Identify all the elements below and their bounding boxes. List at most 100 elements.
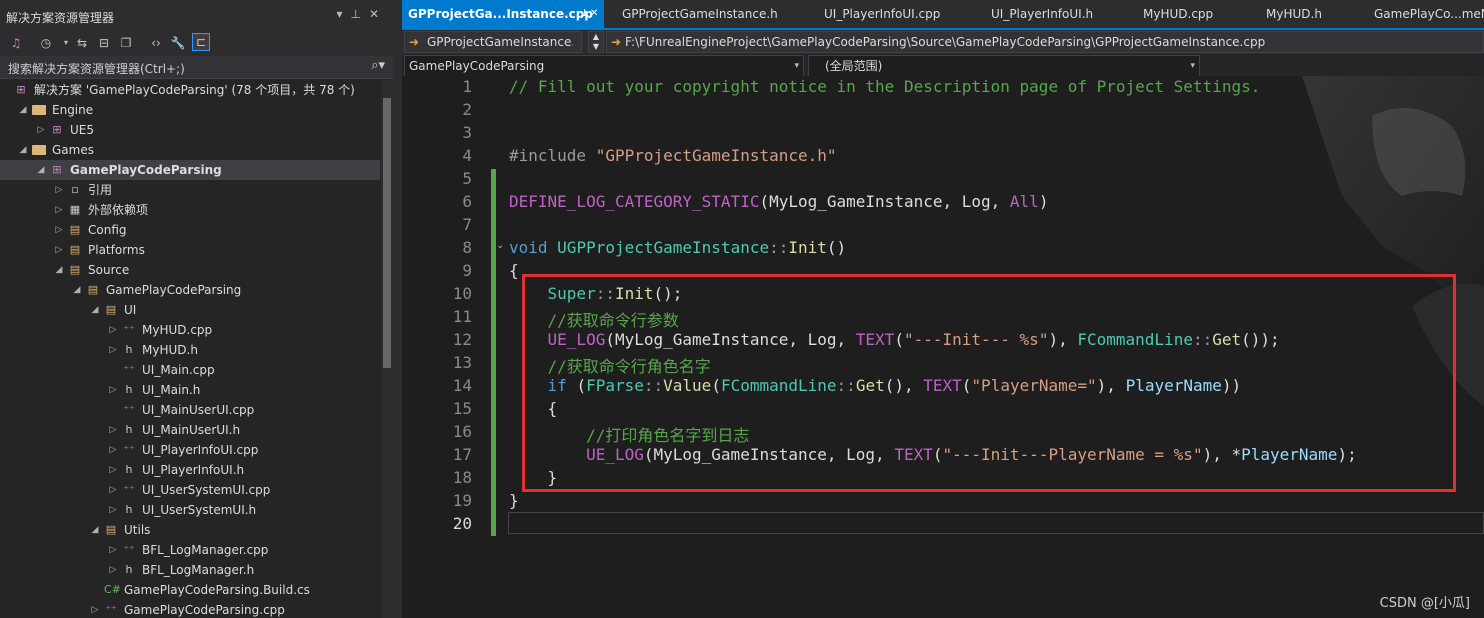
tab-ui-playerinfoui-cpp[interactable]: UI_PlayerInfoUI.cpp: [818, 0, 984, 28]
expanded-arrow-icon[interactable]: ◢: [18, 140, 28, 160]
code-line[interactable]: }: [509, 491, 519, 510]
expanded-arrow-icon[interactable]: ◢: [54, 260, 64, 280]
preview-selected-icon[interactable]: ⊏: [192, 33, 210, 51]
tree-item[interactable]: ◢ Games: [0, 140, 380, 160]
history-icon[interactable]: ◷: [38, 35, 54, 51]
show-all-files-icon[interactable]: ❐: [118, 35, 134, 51]
code-token: All: [1009, 192, 1039, 211]
tree-scrollbar-thumb[interactable]: [383, 98, 391, 368]
tree-item[interactable]: ▷ ⁺⁺ UI_PlayerInfoUI.cpp: [0, 440, 380, 460]
combo-spinner[interactable]: ▲ ▼: [588, 31, 604, 53]
tab-gpprojectgameinstance-h[interactable]: GPProjectGameInstance.h: [616, 0, 812, 28]
tree-item-label: Platforms: [88, 243, 145, 257]
search-input[interactable]: 搜索解决方案资源管理器(Ctrl+;): [8, 60, 185, 77]
cpp-file-icon: ⁺⁺: [123, 363, 135, 376]
code-line[interactable]: DEFINE_LOG_CATEGORY_STATIC(MyLog_GameIns…: [509, 192, 1048, 211]
properties-wrench-icon[interactable]: 🔧: [170, 35, 186, 51]
code-view-icon[interactable]: ‹›: [148, 35, 164, 51]
tree-item[interactable]: ▷ h UI_UserSystemUI.h: [0, 500, 380, 520]
collapse-all-icon[interactable]: ⊟: [96, 35, 112, 51]
tab-myhud-h[interactable]: MyHUD.h: [1260, 0, 1366, 28]
expanded-arrow-icon[interactable]: ◢: [90, 520, 100, 540]
collapsed-arrow-icon[interactable]: ▷: [90, 600, 100, 618]
tree-item[interactable]: ⁺⁺ UI_MainUserUI.cpp: [0, 400, 380, 420]
scope-global-combo[interactable]: (全局范围) ▾: [808, 55, 1200, 77]
code-line[interactable]: #include "GPProjectGameInstance.h": [509, 146, 837, 165]
scope-project-combo[interactable]: GamePlayCodeParsing ▾: [404, 55, 804, 77]
collapsed-arrow-icon[interactable]: ▷: [108, 420, 118, 440]
project-combo[interactable]: ➜ GPProjectGameInstance.: [404, 31, 582, 53]
tree-item[interactable]: ▷ h UI_PlayerInfoUI.h: [0, 460, 380, 480]
tree-item[interactable]: ▷ ▤ Platforms: [0, 240, 380, 260]
code-line[interactable]: // Fill out your copyright notice in the…: [509, 77, 1260, 96]
expanded-arrow-icon[interactable]: ◢: [36, 160, 46, 180]
line-number: 15: [452, 399, 472, 418]
collapsed-arrow-icon[interactable]: ▷: [54, 180, 64, 200]
pin-icon[interactable]: ⊥: [580, 0, 589, 28]
tab-gameplaycodeparsing-gamemode-h[interactable]: GamePlayCo...meMode.h: [1368, 0, 1484, 28]
collapsed-arrow-icon[interactable]: ▷: [108, 480, 118, 500]
close-icon[interactable]: ✕: [369, 7, 387, 21]
solution-explorer-search[interactable]: 搜索解决方案资源管理器(Ctrl+;) ⌕▾: [0, 56, 393, 79]
tree-item[interactable]: ▷ h UI_MainUserUI.h: [0, 420, 380, 440]
collapsed-arrow-icon[interactable]: ▷: [54, 240, 64, 260]
tree-item[interactable]: ▷ h UI_Main.h: [0, 380, 380, 400]
code-line[interactable]: void UGPProjectGameInstance::Init(): [509, 238, 846, 257]
tree-item[interactable]: ▷ ⊞ UE5: [0, 120, 380, 140]
collapsed-arrow-icon[interactable]: ▷: [108, 440, 118, 460]
tree-item[interactable]: ▷ ⁺⁺ BFL_LogManager.cpp: [0, 540, 380, 560]
line-number: 12: [452, 330, 472, 349]
tree-item[interactable]: ▷ ⁺⁺ UI_UserSystemUI.cpp: [0, 480, 380, 500]
tree-item[interactable]: ▷ ▤ Config: [0, 220, 380, 240]
switch-views-icon[interactable]: ♫: [8, 35, 24, 51]
dropdown-icon[interactable]: ▾: [336, 7, 350, 21]
collapsed-arrow-icon[interactable]: ▷: [108, 340, 118, 360]
code-token: UGPProjectGameInstance: [557, 238, 770, 257]
solution-tree: ⊞ 解决方案 'GamePlayCodeParsing' (78 个项目，共 78…: [0, 80, 380, 618]
collapsed-arrow-icon[interactable]: ▷: [108, 500, 118, 520]
tree-item[interactable]: ▷ ⁺⁺ MyHUD.cpp: [0, 320, 380, 340]
tree-item[interactable]: ▷ h MyHUD.h: [0, 340, 380, 360]
search-icon[interactable]: ⌕▾: [371, 58, 385, 73]
tab-myhud-cpp[interactable]: MyHUD.cpp: [1137, 0, 1253, 28]
close-icon[interactable]: ✕: [590, 0, 598, 28]
tree-item-label: Utils: [124, 523, 151, 537]
tab-gpprojectgameinstance-cpp[interactable]: GPProjectGa...Instance.cpp ⊥ ✕: [402, 0, 604, 28]
tab-ui-playerinfoui-h[interactable]: UI_PlayerInfoUI.h: [985, 0, 1141, 28]
chevron-down-icon[interactable]: ▾: [58, 35, 74, 51]
tree-item[interactable]: ◢ ▤ GamePlayCodeParsing: [0, 280, 380, 300]
tree-item[interactable]: ◢ ▤ Utils: [0, 520, 380, 540]
tree-item[interactable]: ▷ ⁺⁺ GamePlayCodeParsing.cpp: [0, 600, 380, 618]
pin-icon[interactable]: ⊥: [350, 7, 368, 21]
header-file-icon: h: [125, 383, 133, 396]
fold-toggle-icon[interactable]: ⌄: [496, 240, 504, 251]
tree-item[interactable]: ◢ Engine: [0, 100, 380, 120]
tree-item[interactable]: ⁺⁺ UI_Main.cpp: [0, 360, 380, 380]
tree-item[interactable]: ⊞ 解决方案 'GamePlayCodeParsing' (78 个项目，共 78…: [0, 80, 380, 100]
collapsed-arrow-icon[interactable]: ▷: [36, 120, 46, 140]
tree-item[interactable]: ▷ ▫ 引用: [0, 180, 380, 200]
tree-item[interactable]: ◢ ▤ Source: [0, 260, 380, 280]
tree-item[interactable]: ◢ ⊞ GamePlayCodeParsing: [0, 160, 380, 180]
tree-item[interactable]: ▷ ▦ 外部依赖项: [0, 200, 380, 220]
collapsed-arrow-icon[interactable]: ▷: [108, 320, 118, 340]
code-editor[interactable]: 1 // Fill out your copyright notice in th…: [402, 76, 1484, 618]
tree-item[interactable]: ◢ ▤ UI: [0, 300, 380, 320]
collapsed-arrow-icon[interactable]: ▷: [54, 200, 64, 220]
code-line[interactable]: {: [509, 261, 519, 280]
collapsed-arrow-icon[interactable]: ▷: [108, 380, 118, 400]
expanded-arrow-icon[interactable]: ◢: [90, 300, 100, 320]
collapsed-arrow-icon[interactable]: ▷: [54, 220, 64, 240]
collapsed-arrow-icon[interactable]: ▷: [108, 540, 118, 560]
panel-splitter[interactable]: [393, 0, 402, 618]
chevron-down-icon: ▾: [1190, 61, 1195, 71]
tree-item[interactable]: ▷ h BFL_LogManager.h: [0, 560, 380, 580]
expanded-arrow-icon[interactable]: ◢: [72, 280, 82, 300]
tree-item[interactable]: C# GamePlayCodeParsing.Build.cs: [0, 580, 380, 600]
line-number: 14: [452, 376, 472, 395]
collapsed-arrow-icon[interactable]: ▷: [108, 560, 118, 580]
expanded-arrow-icon[interactable]: ◢: [18, 100, 28, 120]
file-path-combo[interactable]: ➜ F:\FUnrealEngineProject\GamePlayCodePa…: [606, 31, 1484, 53]
sync-icon[interactable]: ⇆: [74, 35, 90, 51]
collapsed-arrow-icon[interactable]: ▷: [108, 460, 118, 480]
